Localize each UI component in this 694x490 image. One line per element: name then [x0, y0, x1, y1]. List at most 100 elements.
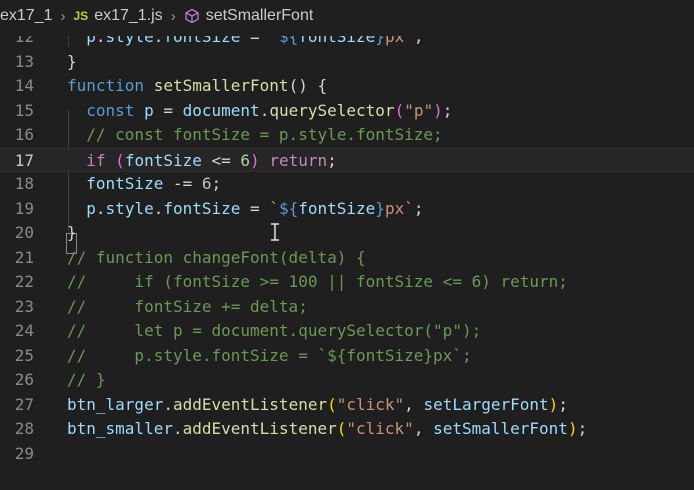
code-line[interactable]: 25 // p.style.fontSize = `${fontSize}px`;: [0, 344, 694, 369]
code-line[interactable]: 16 // const fontSize = p.style.fontSize;: [0, 123, 694, 148]
code-token: <=: [201, 150, 241, 170]
code-token: ;: [442, 100, 453, 120]
code-token: .: [163, 394, 173, 414]
code-text[interactable]: p.style.fontSize = `${fontSize}px`;: [67, 197, 423, 222]
code-area[interactable]: 12 p.style.fontSize = `${fontSize}px`; 13…: [0, 36, 694, 490]
line-number[interactable]: 15: [0, 99, 34, 124]
code-token: ;: [211, 174, 222, 193]
breadcrumb-file[interactable]: JS ex17_1.js: [74, 7, 163, 25]
line-number[interactable]: 28: [0, 417, 34, 442]
code-token: }: [67, 223, 77, 242]
line-number[interactable]: 19: [0, 197, 34, 222]
code-token: setLargerFont: [423, 394, 549, 414]
code-token: 6: [201, 174, 212, 193]
line-number[interactable]: 26: [0, 368, 34, 393]
code-text[interactable]: if (fontSize <= 6) return;: [67, 149, 337, 174]
code-line[interactable]: 22 // if (fontSize >= 100 || fontSize <= …: [0, 270, 694, 295]
breadcrumb-symbol-label: setSmallerFont: [205, 7, 314, 24]
code-token: setSmallerFont: [153, 76, 289, 95]
code-token: // }: [67, 370, 106, 389]
code-text[interactable]: // if (fontSize >= 100 || fontSize <= 6)…: [67, 270, 568, 295]
line-number[interactable]: 29: [0, 442, 34, 467]
breadcrumb-symbol[interactable]: setSmallerFont: [184, 7, 314, 25]
line-number[interactable]: 27: [0, 393, 34, 418]
code-token: fontSize: [163, 36, 241, 46]
code-token: ${: [278, 198, 299, 218]
code-text[interactable]: // p.style.fontSize = `${fontSize}px`;: [67, 344, 472, 369]
code-line[interactable]: 20}: [0, 221, 694, 246]
code-line[interactable]: 23 // fontSize += delta;: [0, 295, 694, 320]
code-token: if: [86, 150, 106, 170]
code-token: ;: [413, 36, 424, 46]
code-text[interactable]: p.style.fontSize = `${fontSize}px`;: [67, 36, 423, 50]
code-text[interactable]: // }: [67, 368, 106, 393]
code-line[interactable]: 13}: [0, 50, 694, 75]
breadcrumb-file-label: ex17_1.js: [94, 7, 163, 24]
breadcrumb: ex17_1 › JS ex17_1.js › setSmallerFont: [0, 0, 694, 32]
code-line[interactable]: 29: [0, 442, 694, 467]
code-text[interactable]: function setSmallerFont() {: [67, 74, 327, 99]
code-line[interactable]: 12 p.style.fontSize = `${fontSize}px`;: [0, 36, 694, 50]
code-token: ): [250, 150, 260, 170]
code-token: ${: [278, 36, 299, 46]
line-number[interactable]: 14: [0, 74, 34, 99]
code-token: // function changeFont(delta) {: [67, 247, 366, 267]
line-number[interactable]: 22: [0, 270, 34, 295]
method-icon: [185, 8, 199, 24]
code-line[interactable]: 21 // function changeFont(delta) {: [0, 246, 694, 271]
code-token: `: [269, 198, 279, 218]
code-token: btn_smaller: [67, 419, 173, 438]
code-line[interactable]: 15 const p = document.querySelector("p")…: [0, 99, 694, 124]
code-text[interactable]: fontSize -= 6;: [67, 172, 221, 197]
code-line[interactable]: 17 if (fontSize <= 6) return;: [0, 147, 694, 174]
breadcrumb-folder[interactable]: ex17_1: [0, 7, 53, 25]
code-token: style: [105, 36, 154, 46]
line-number[interactable]: 17: [0, 149, 34, 174]
line-number[interactable]: 21: [0, 246, 34, 271]
code-line[interactable]: 27 btn_larger.addEventListener("click", s…: [0, 393, 694, 418]
line-number[interactable]: 25: [0, 344, 34, 369]
line-number[interactable]: 16: [0, 123, 34, 148]
code-text[interactable]: btn_larger.addEventListener("click", set…: [67, 393, 568, 418]
code-line[interactable]: 19 p.style.fontSize = `${fontSize}px`;: [0, 197, 694, 222]
line-number[interactable]: 12: [0, 36, 34, 50]
code-text[interactable]: // function changeFont(delta) {: [67, 246, 366, 271]
code-text[interactable]: // fontSize += delta;: [67, 295, 308, 320]
code-token: ;: [413, 198, 424, 218]
code-line[interactable]: 18 fontSize -= 6;: [0, 172, 694, 197]
code-text[interactable]: }: [67, 50, 77, 75]
line-number[interactable]: 20: [0, 221, 34, 246]
code-token: .: [95, 198, 106, 218]
code-token: 6: [240, 150, 251, 170]
line-number[interactable]: 23: [0, 295, 34, 320]
line-number[interactable]: 18: [0, 172, 34, 197]
code-line[interactable]: 14 function setSmallerFont() {: [0, 74, 694, 99]
code-token: "click": [346, 419, 414, 438]
code-token: }: [375, 198, 385, 218]
code-text[interactable]: btn_smaller.addEventListener("click", se…: [67, 417, 587, 442]
code-token: p: [144, 100, 154, 120]
javascript-file-icon: JS: [73, 9, 89, 23]
code-editor[interactable]: ex17_1 › JS ex17_1.js › setSmallerFont 1…: [0, 0, 694, 490]
line-number[interactable]: 13: [0, 50, 34, 75]
code-token: .: [153, 36, 164, 46]
code-token: px`: [384, 198, 414, 218]
code-text[interactable]: // let p = document.querySelector("p");: [67, 319, 481, 344]
code-text[interactable]: const p = document.querySelector("p");: [67, 99, 452, 124]
code-text[interactable]: // const fontSize = p.style.fontSize;: [67, 123, 442, 148]
code-token: btn_larger: [67, 394, 164, 414]
code-text[interactable]: }: [67, 221, 77, 246]
code-token: fontSize: [298, 36, 376, 46]
chevron-right-icon: ›: [60, 7, 66, 25]
code-line[interactable]: 28 btn_smaller.addEventListener("click", …: [0, 417, 694, 442]
code-line[interactable]: 24 // let p = document.querySelector("p")…: [0, 319, 694, 344]
line-number[interactable]: 24: [0, 319, 34, 344]
code-line[interactable]: 26 // }: [0, 368, 694, 393]
code-token: // let p = document.querySelector("p");: [67, 321, 482, 340]
